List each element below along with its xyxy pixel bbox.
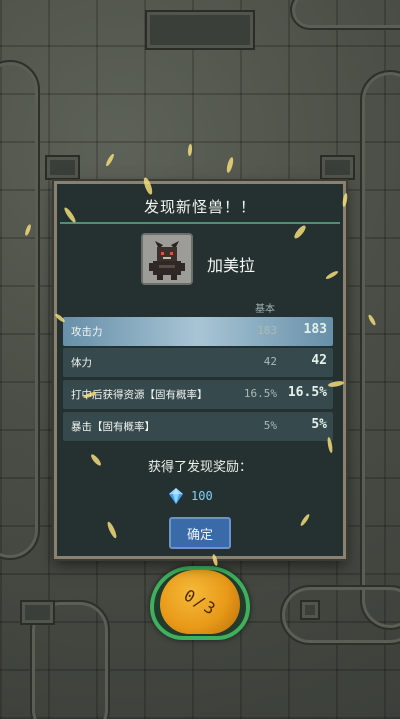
stat-new-value: 42 — [311, 353, 327, 368]
stat-row-attack: 攻击力 183 183 — [63, 317, 333, 346]
stat-new-value: 16.5% — [287, 385, 327, 400]
monster-portrait — [141, 233, 193, 285]
column-header-base: 基本 — [255, 304, 275, 315]
conveyor-rail — [360, 70, 400, 630]
confirm-button[interactable]: 确定 — [169, 517, 231, 549]
stat-new-value: 5% — [311, 417, 327, 432]
stat-label: 攻击力 — [71, 326, 103, 338]
reward-item: 100 — [167, 487, 213, 505]
reward-amount: 100 — [191, 489, 213, 503]
stat-row-resource-rate: 打中后获得资源【固有概率】 16.5% 16.5% — [63, 380, 333, 409]
dialog-title: 发现新怪兽！！ — [143, 198, 256, 216]
machine-block — [320, 155, 355, 180]
stat-new-value: 183 — [303, 322, 327, 337]
machine-block — [45, 155, 80, 180]
stat-base-value: 16.5% — [243, 387, 277, 400]
stat-label: 体力 — [71, 357, 92, 369]
energy-orb[interactable]: 0/3 — [160, 570, 240, 634]
stat-base-value: 5% — [263, 419, 277, 432]
reward-title: 获得了发现奖励： — [147, 460, 252, 475]
stat-base-value: 183 — [257, 324, 277, 337]
monster-name: 加美拉 — [207, 256, 256, 275]
stat-label: 打中后获得资源【固有概率】 — [71, 389, 208, 401]
orb-counter: 0/3 — [180, 585, 220, 619]
monster-icon — [143, 235, 191, 283]
machine-block — [145, 10, 255, 50]
machine-block — [300, 600, 320, 620]
machine-block — [20, 600, 55, 625]
conveyor-rail — [280, 585, 400, 645]
blue-gem-icon — [169, 488, 183, 504]
conveyor-rail — [0, 60, 40, 560]
stat-row-hp: 体力 42 42 — [63, 348, 333, 377]
stat-base-value: 42 — [263, 355, 277, 368]
new-monster-dialog: 发现新怪兽！！ 加美拉 基本 攻击力 183 183 体力 42 42 打中后获… — [54, 181, 346, 559]
stat-label: 暴击【固有概率】 — [71, 421, 155, 433]
conveyor-rail — [290, 0, 400, 30]
stat-row-crit-rate: 暴击【固有概率】 5% 5% — [63, 412, 333, 441]
title-divider — [60, 222, 340, 224]
